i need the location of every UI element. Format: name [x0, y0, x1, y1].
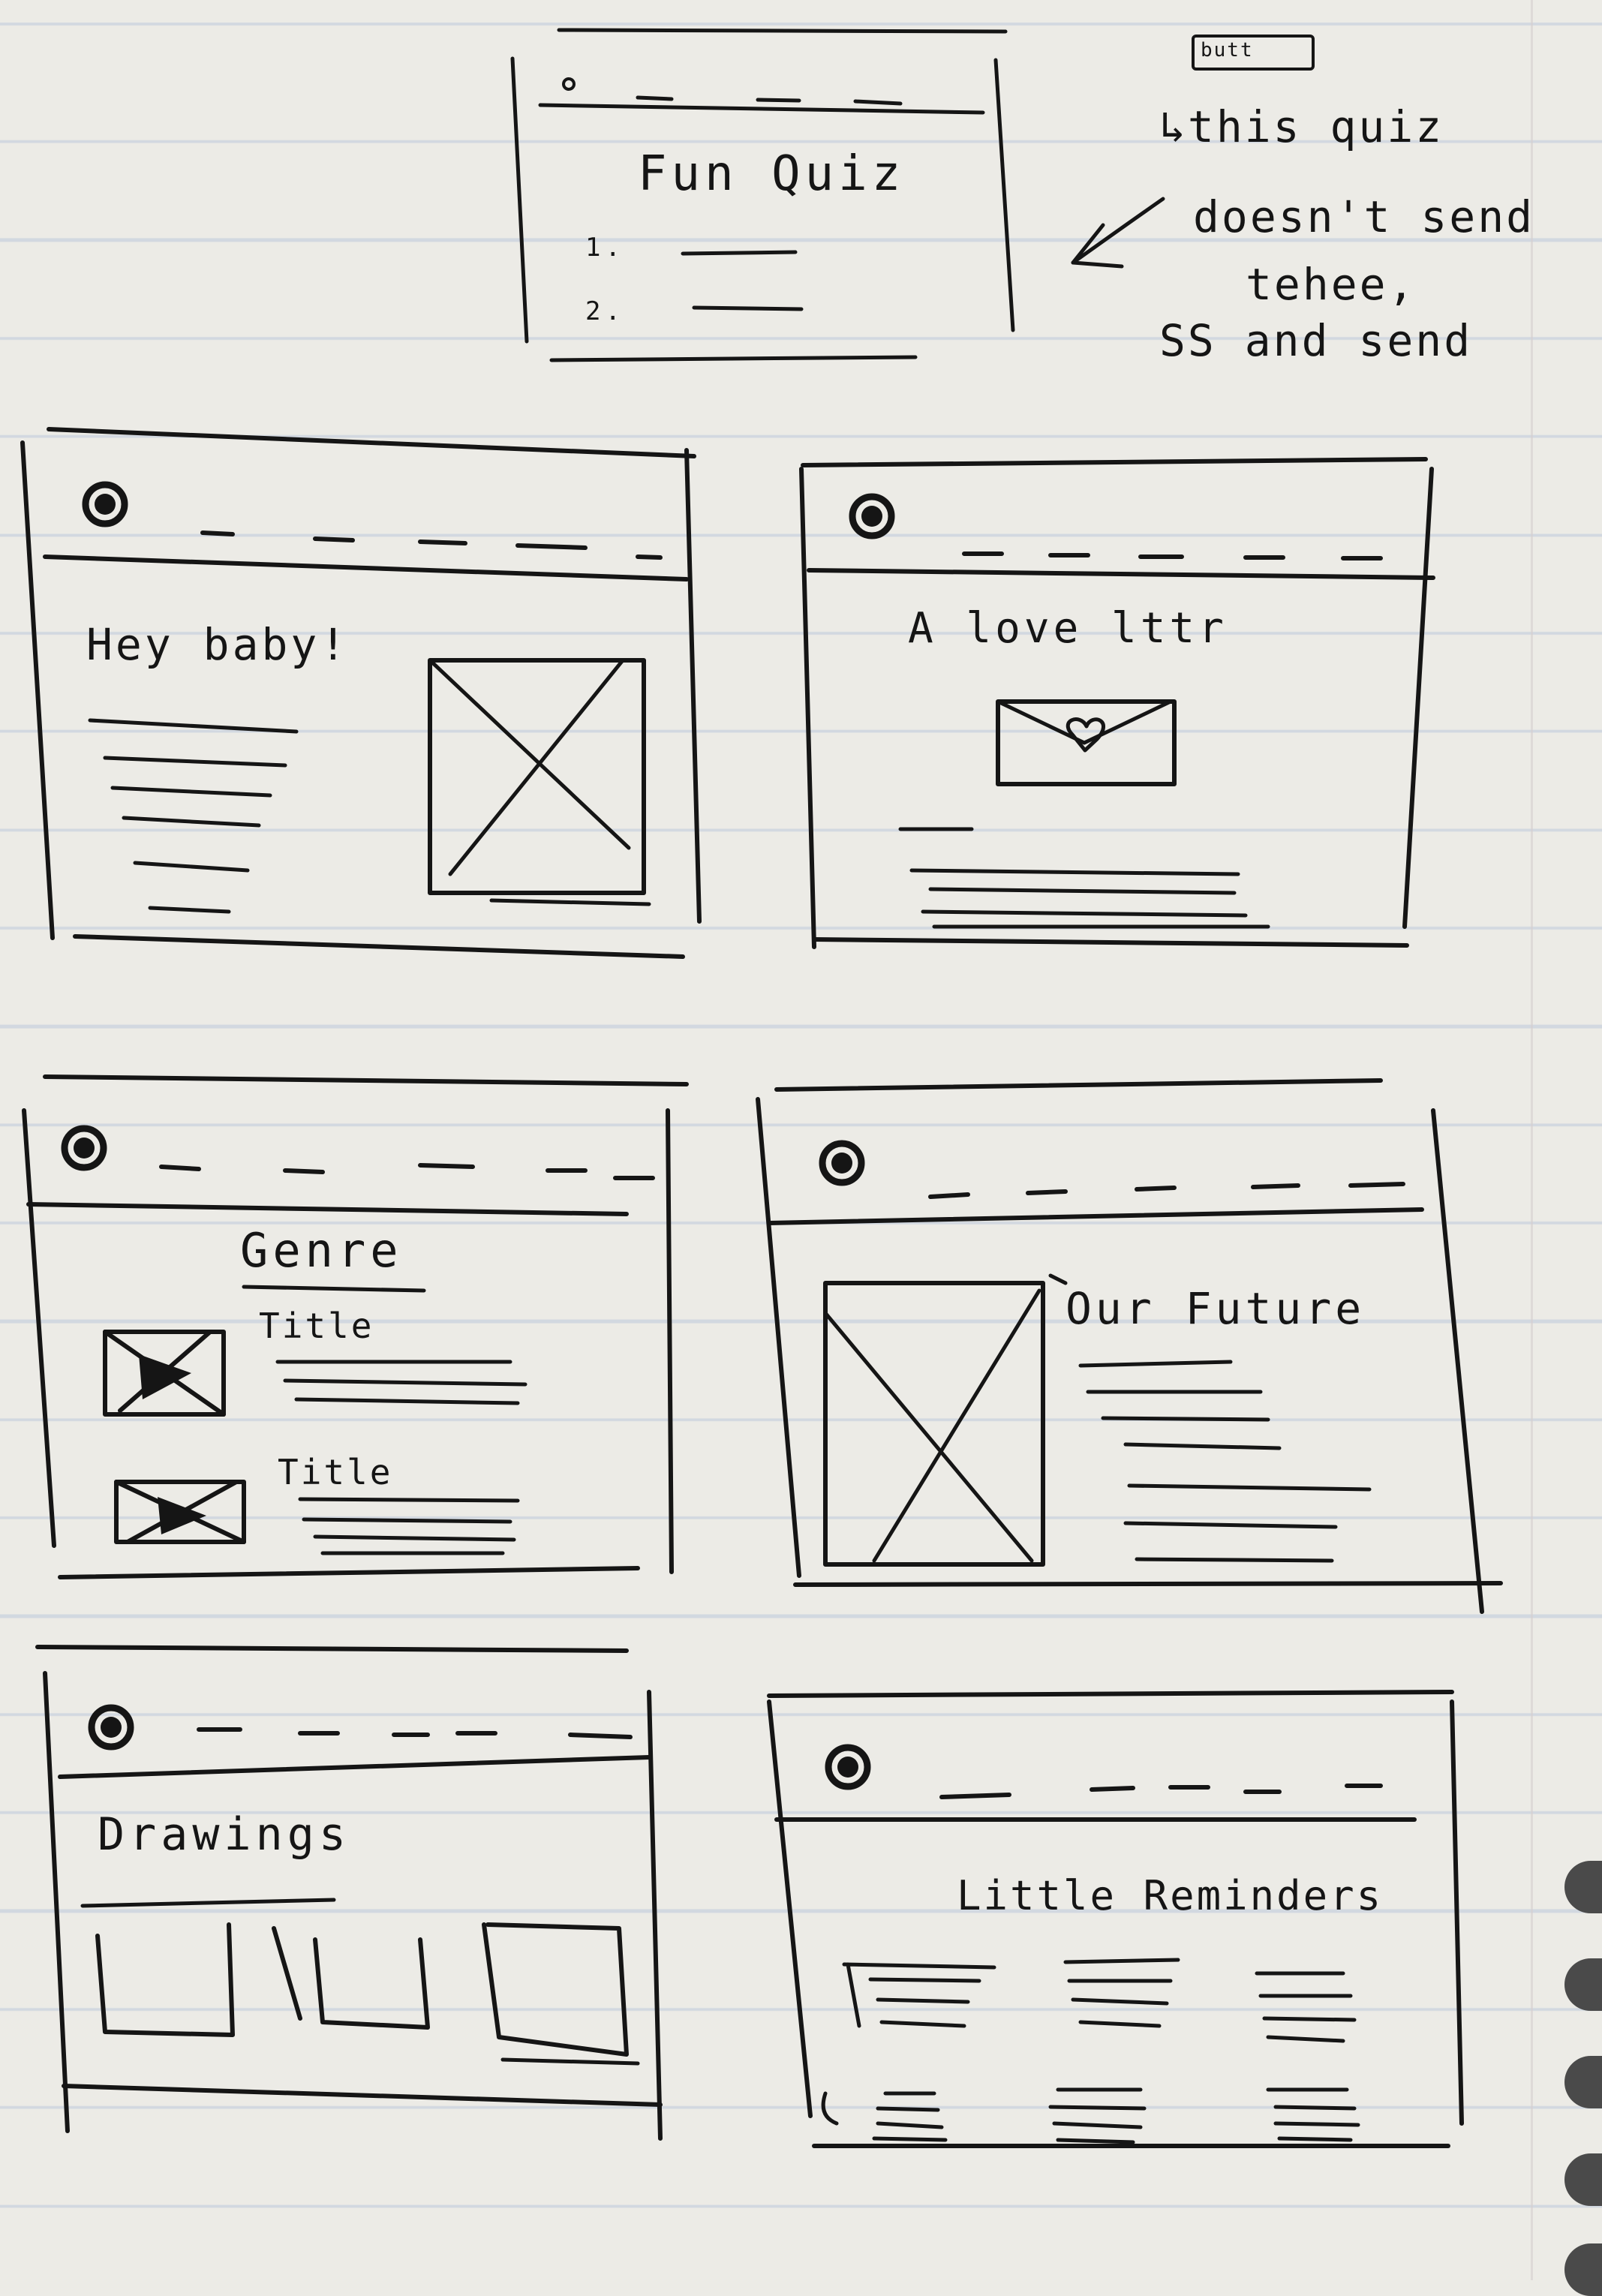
annotation-line: tehee,: [1246, 259, 1417, 310]
genre-item-title: Title: [278, 1452, 393, 1492]
wireframe-letter: [799, 457, 1435, 949]
quiz-logo-icon: [562, 77, 576, 91]
annotation-line: SS and send: [1159, 315, 1473, 366]
genre-item-title: Title: [259, 1306, 374, 1346]
genre-heading: Genre: [240, 1223, 403, 1278]
annotation-line: doesn't send: [1193, 191, 1535, 242]
quiz-title: Fun Quiz: [638, 146, 906, 202]
wireframe-drawings: [35, 1645, 663, 2141]
quiz-item-number: 1.: [585, 233, 625, 263]
drawings-heading: Drawings: [98, 1808, 350, 1861]
wireframe-future: [756, 1078, 1503, 1614]
future-heading: Our Future: [1065, 1283, 1366, 1334]
image-placeholder: [823, 1281, 1045, 1567]
annotation-line: ↳this quiz: [1159, 101, 1444, 152]
quiz-item-number: 2.: [585, 296, 625, 326]
wireframe-home: [20, 427, 702, 959]
reminders-heading: Little Reminders: [957, 1872, 1384, 1919]
home-heading: Hey baby!: [86, 619, 350, 670]
letter-heading: A love lttr: [908, 604, 1228, 653]
annotation-badge: butt: [1201, 39, 1254, 62]
